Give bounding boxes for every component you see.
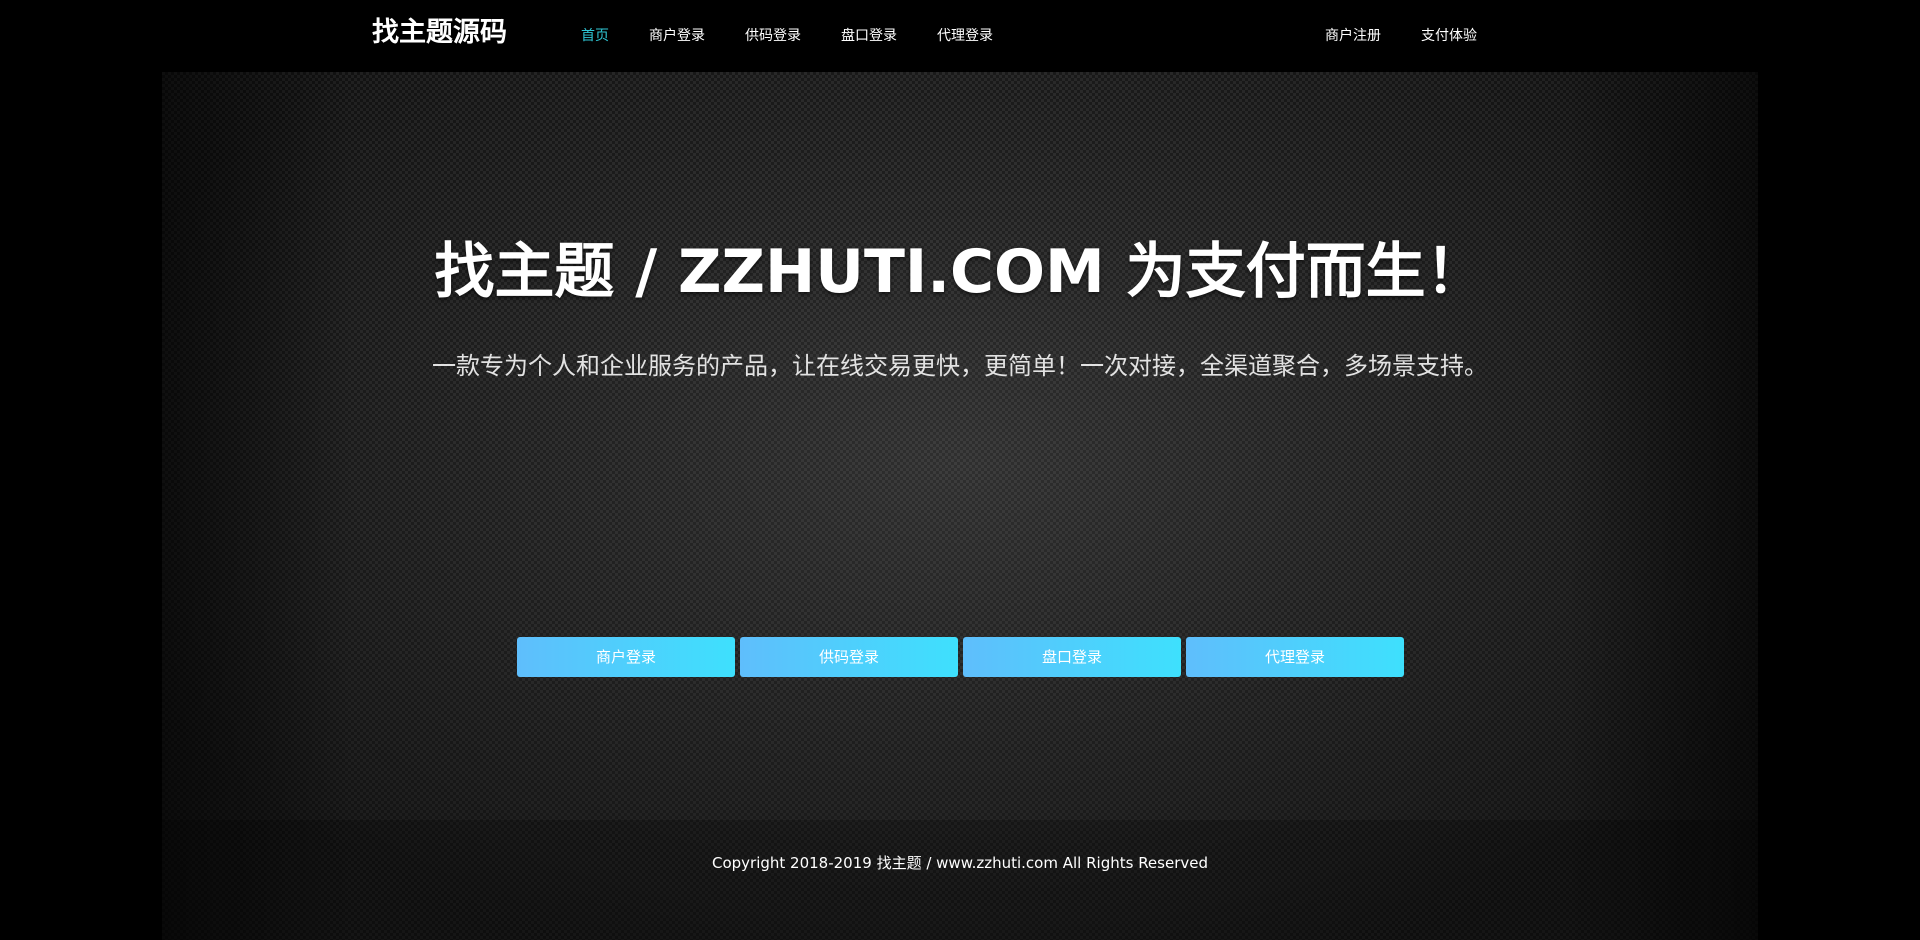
footer	[162, 820, 1758, 940]
page: 找主题源码 首页 商户登录 供码登录 盘口登录 代理登录 商户注册 支付体验 找…	[0, 0, 1920, 940]
login-button-row: 商户登录 供码登录 盘口登录 代理登录	[517, 637, 1407, 677]
nav-agent-login[interactable]: 代理登录	[937, 24, 993, 48]
nav-handicap-login[interactable]: 盘口登录	[841, 24, 897, 48]
nav-payment-experience[interactable]: 支付体验	[1421, 24, 1477, 48]
hero-section: 找主题 / ZZHUTI.COM 为支付而生！ 一款专为个人和企业服务的产品，让…	[162, 72, 1758, 940]
merchant-login-button[interactable]: 商户登录	[517, 637, 735, 677]
agent-login-button[interactable]: 代理登录	[1186, 637, 1404, 677]
copyright-text: Copyright 2018-2019 找主题 / www.zzhuti.com…	[711, 854, 1209, 872]
nav-home[interactable]: 首页	[581, 24, 609, 48]
nav-merchant-register[interactable]: 商户注册	[1325, 24, 1381, 48]
supplier-login-button[interactable]: 供码登录	[740, 637, 958, 677]
top-navigation-bar: 找主题源码 首页 商户登录 供码登录 盘口登录 代理登录 商户注册 支付体验	[0, 0, 1920, 72]
site-logo[interactable]: 找主题源码	[372, 13, 507, 53]
nav-merchant-login[interactable]: 商户登录	[649, 24, 705, 48]
hero-subtitle: 一款专为个人和企业服务的产品，让在线交易更快，更简单！一次对接，全渠道聚合，多场…	[432, 352, 1488, 380]
handicap-login-button[interactable]: 盘口登录	[963, 637, 1181, 677]
nav-supplier-login[interactable]: 供码登录	[745, 24, 801, 48]
hero-title: 找主题 / ZZHUTI.COM 为支付而生！	[434, 237, 1486, 307]
hero-vignette	[162, 72, 1758, 940]
